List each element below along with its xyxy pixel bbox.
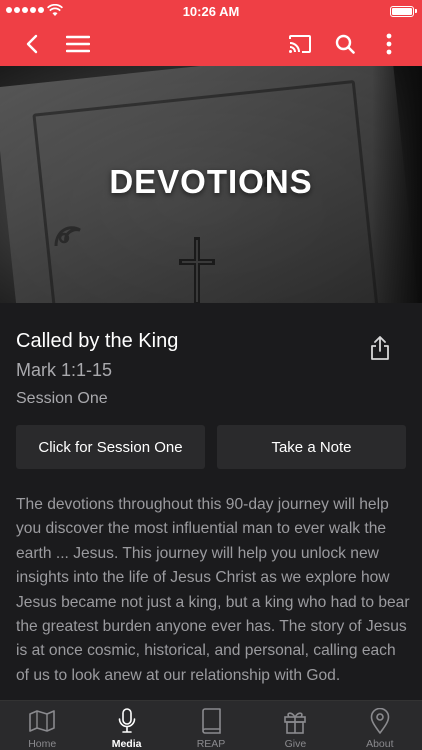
status-bar: 10:26 AM	[0, 0, 422, 22]
book-icon	[200, 707, 222, 735]
chevron-left-icon	[26, 34, 38, 54]
search-icon	[335, 34, 355, 54]
back-button[interactable]	[10, 22, 54, 66]
top-bar: 10:26 AM	[0, 0, 422, 66]
description-text: The devotions throughout this 90-day jou…	[16, 496, 410, 684]
menu-button[interactable]	[56, 22, 100, 66]
session-info: Called by the King Mark 1:1-15 Session O…	[16, 330, 406, 408]
battery-icon	[390, 6, 417, 17]
screen: 10:26 AM DEVOTIONS Called by the King Ma…	[0, 0, 422, 750]
more-vertical-icon	[386, 33, 392, 55]
cross-icon	[179, 237, 215, 303]
session-title: Called by the King	[16, 330, 179, 352]
app-bar	[0, 22, 422, 66]
location-pin-icon	[370, 707, 390, 735]
tab-home[interactable]: Home	[0, 701, 84, 750]
take-note-button[interactable]: Take a Note	[217, 425, 406, 469]
tab-label: Home	[28, 738, 57, 750]
status-time: 10:26 AM	[182, 4, 240, 19]
session-button[interactable]: Click for Session One	[16, 425, 205, 469]
tab-label: Give	[284, 738, 307, 750]
tab-media[interactable]: Media	[84, 701, 168, 750]
tab-label: Media	[111, 738, 142, 750]
tab-label: About	[366, 738, 394, 750]
ornament-icon	[54, 226, 81, 247]
gift-icon	[283, 707, 307, 735]
hamburger-icon	[66, 35, 90, 53]
tab-about[interactable]: About	[338, 701, 422, 750]
more-options-button[interactable]	[367, 22, 411, 66]
session-label: Session One	[16, 390, 108, 407]
hero-banner: DEVOTIONS	[0, 66, 422, 303]
tab-bar: Home Media REAP Give About	[0, 700, 422, 750]
tab-give[interactable]: Give	[253, 701, 337, 750]
map-icon	[28, 707, 56, 735]
hero-title: DEVOTIONS	[109, 163, 313, 200]
cast-button[interactable]	[278, 22, 322, 66]
tab-label: REAP	[196, 738, 226, 750]
share-icon[interactable]	[368, 335, 392, 361]
scripture-reference: Mark 1:1-15	[16, 360, 113, 380]
microphone-icon	[117, 707, 137, 735]
search-button[interactable]	[323, 22, 367, 66]
tab-reap[interactable]: REAP	[169, 701, 253, 750]
cast-icon	[289, 35, 311, 53]
